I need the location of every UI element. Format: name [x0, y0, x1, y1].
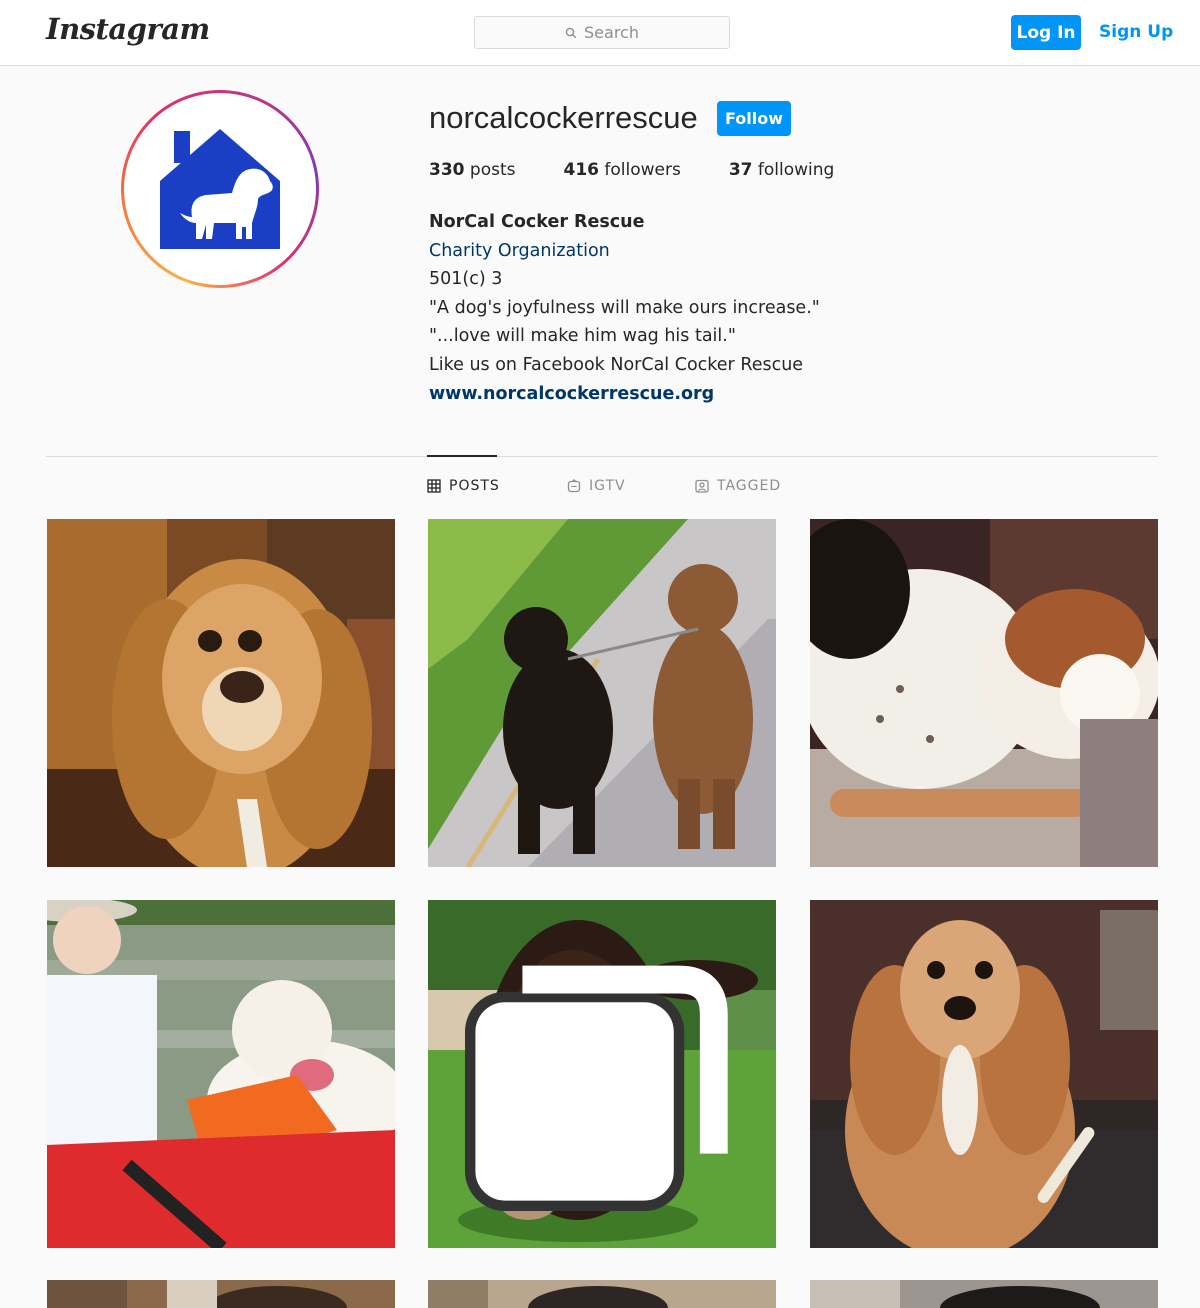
bio-line: Like us on Facebook NorCal Cocker Rescue: [429, 354, 804, 375]
post-thumbnail-4[interactable]: [47, 900, 395, 1248]
search-placeholder: Search: [584, 23, 639, 42]
profile-username: norcalcockerrescue: [429, 100, 698, 135]
profile-avatar[interactable]: [121, 90, 319, 288]
carousel-icon: [464, 965, 728, 1212]
sleeping-dog-photo: [810, 519, 1158, 867]
post-photo-partial: [428, 1280, 776, 1308]
post-thumbnail-7[interactable]: [47, 1280, 395, 1308]
tabs-divider: [46, 456, 1158, 457]
sign-up-link[interactable]: Sign Up: [1099, 22, 1173, 42]
tab-label: TAGGED: [717, 478, 782, 494]
tagged-icon: [695, 479, 709, 493]
profile-stats: 330 posts 416 followers 37 following: [429, 160, 882, 180]
search-icon: [565, 27, 577, 38]
post-thumbnail-6[interactable]: [810, 900, 1158, 1248]
followers-count[interactable]: 416 followers: [563, 160, 680, 180]
tab-label: POSTS: [449, 478, 500, 494]
bio-line: "...love will make him wag his tail.": [429, 326, 736, 347]
profile-display-name: NorCal Cocker Rescue: [429, 212, 645, 232]
post-thumbnail-2[interactable]: [428, 519, 776, 867]
post-thumbnail-5[interactable]: [428, 900, 776, 1248]
post-thumbnail-9[interactable]: [810, 1280, 1158, 1308]
tab-posts[interactable]: POSTS: [427, 478, 500, 494]
top-navigation-bar: Instagram Search Log In Sign Up: [0, 0, 1200, 66]
tab-label: IGTV: [589, 478, 626, 494]
tab-tagged[interactable]: TAGGED: [695, 478, 781, 494]
kayak-dog-photo: [47, 900, 395, 1248]
house-dog-logo-icon: [160, 129, 280, 249]
follow-button[interactable]: Follow: [717, 101, 791, 136]
log-in-button[interactable]: Log In: [1011, 15, 1081, 50]
two-dogs-walking-photo: [428, 519, 776, 867]
instagram-logo[interactable]: Instagram: [46, 12, 210, 46]
website-link[interactable]: www.norcalcockerrescue.org: [429, 380, 820, 409]
active-tab-indicator: [427, 455, 497, 457]
tab-igtv[interactable]: IGTV: [567, 478, 626, 494]
bio-line: 501(c) 3: [429, 269, 503, 290]
grid-icon: [427, 479, 441, 493]
post-thumbnail-3[interactable]: [810, 519, 1158, 867]
profile-category: Charity Organization: [429, 240, 610, 261]
profile-bio: NorCal Cocker Rescue Charity Organizatio…: [429, 208, 820, 408]
bio-line: "A dog's joyfulness will make ours incre…: [429, 297, 820, 318]
igtv-icon: [567, 479, 581, 493]
post-thumbnail-1[interactable]: [47, 519, 395, 867]
golden-cocker-spaniel-photo: [47, 519, 395, 867]
posts-count: 330 posts: [429, 160, 516, 180]
post-photo-partial: [47, 1280, 395, 1308]
post-photo-partial: [810, 1280, 1158, 1308]
curly-cocker-spaniel-with-bone-photo: [810, 900, 1158, 1248]
following-count[interactable]: 37 following: [729, 160, 835, 180]
search-box[interactable]: Search: [474, 16, 730, 49]
post-thumbnail-8[interactable]: [428, 1280, 776, 1308]
